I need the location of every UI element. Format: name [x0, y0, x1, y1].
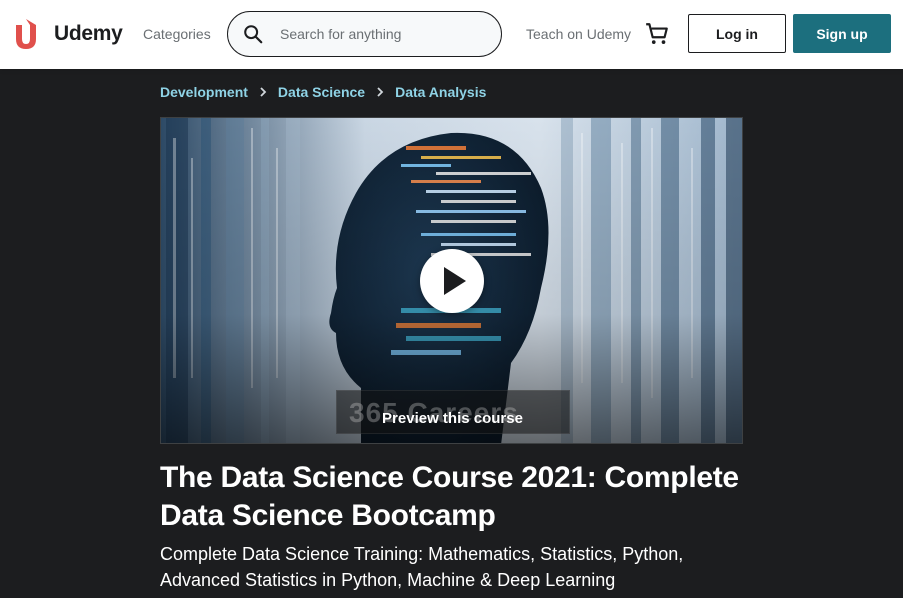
search-input[interactable]	[280, 26, 480, 42]
chevron-right-icon	[377, 87, 384, 97]
login-button[interactable]: Log in	[688, 14, 786, 53]
top-header: Udemy Categories Teach on Udemy Log in S…	[0, 0, 903, 69]
udemy-logo-icon	[16, 19, 36, 49]
course-subtitle: Complete Data Science Training: Mathemat…	[160, 544, 684, 590]
breadcrumb-data-analysis[interactable]: Data Analysis	[395, 84, 486, 100]
breadcrumb-development[interactable]: Development	[160, 84, 248, 100]
chevron-right-icon	[260, 87, 267, 97]
course-preview[interactable]: 365 Careers Preview this course	[160, 117, 743, 444]
preview-label[interactable]: Preview this course	[161, 410, 742, 427]
teach-on-udemy-link[interactable]: Teach on Udemy	[526, 26, 631, 42]
search-icon[interactable]	[242, 23, 264, 45]
search-bar[interactable]	[227, 11, 502, 57]
categories-link[interactable]: Categories	[143, 26, 211, 42]
breadcrumb-data-science[interactable]: Data Science	[278, 84, 365, 100]
cart-icon[interactable]	[644, 21, 670, 47]
course-title: The Data Science Course 2021: Complete D…	[160, 461, 739, 532]
play-button[interactable]	[420, 249, 484, 313]
udemy-logo[interactable]: Udemy	[12, 17, 123, 51]
play-icon	[444, 267, 466, 295]
logo-text: Udemy	[54, 22, 123, 45]
signup-button[interactable]: Sign up	[793, 14, 891, 53]
breadcrumb: Development Data Science Data Analysis	[160, 84, 486, 100]
